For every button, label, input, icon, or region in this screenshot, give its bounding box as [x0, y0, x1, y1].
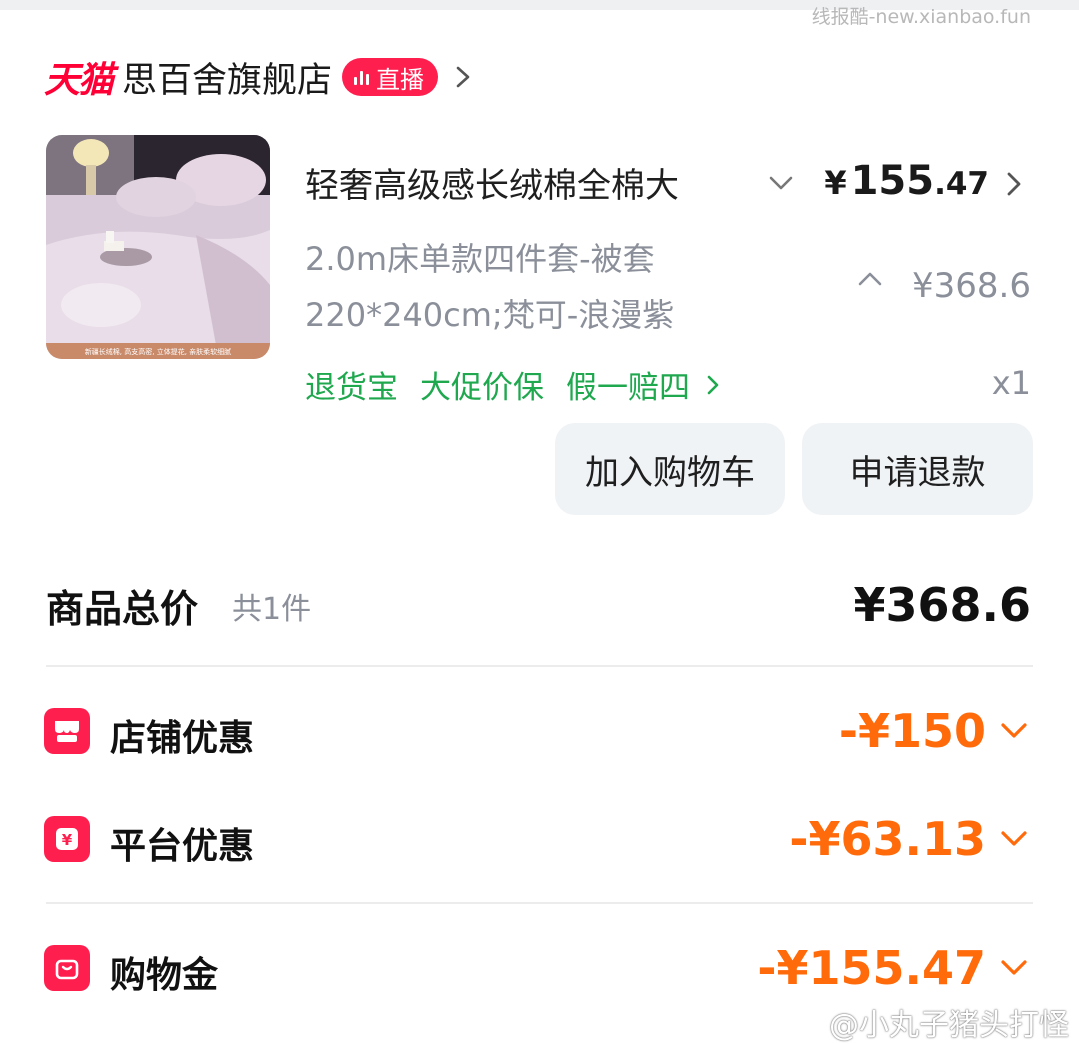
chevron-right-icon[interactable]: [448, 62, 478, 92]
tag-return-insurance: 退货宝: [305, 370, 398, 406]
refund-button[interactable]: 申请退款: [802, 423, 1033, 515]
product-spec-line2: 220*240cm;梵可-浪漫紫: [305, 296, 675, 334]
discount-label: 购物金: [110, 955, 219, 996]
watermark-bottom: @小丸子猪头打怪: [783, 1000, 1069, 1044]
original-price: ¥368.6: [912, 266, 1031, 306]
thumbnail-caption: 新疆长绒棉, 高支高密, 立体提花, 亲肤柔软细腻: [85, 347, 231, 356]
chevron-right-icon[interactable]: [702, 371, 724, 399]
paid-price: ¥ 155 .47: [824, 158, 989, 204]
discount-amount: -¥63.13: [789, 812, 986, 866]
shop-icon: [44, 708, 90, 754]
chevron-down-icon[interactable]: [998, 719, 1030, 743]
live-badge[interactable]: 直播: [342, 58, 439, 96]
discount-label: 店铺优惠: [110, 718, 255, 759]
total-label: 商品总价: [46, 587, 199, 631]
total-price: ¥368.6: [853, 578, 1031, 632]
discount-row-shop[interactable]: 店铺优惠 -¥150: [44, 701, 1034, 761]
watermark-top: 线报酷-new.xianbao.fun: [811, 6, 1031, 28]
price-decimal: .47: [934, 166, 989, 202]
weibo-icon: [784, 1009, 820, 1037]
watermark-bottom-text: @小丸子猪头打怪: [829, 1008, 1069, 1043]
divider: [46, 665, 1033, 667]
add-to-cart-button[interactable]: 加入购物车: [555, 423, 785, 515]
wallet-bag-icon: [44, 945, 90, 991]
live-bars-icon: [354, 69, 370, 85]
tag-price-protection: 大促价保: [420, 370, 544, 406]
discount-amount: -¥155.47: [757, 941, 986, 995]
product-thumbnail[interactable]: 新疆长绒棉, 高支高密, 立体提花, 亲肤柔软细腻: [46, 135, 270, 359]
discount-label: 平台优惠: [110, 826, 255, 867]
divider: [46, 902, 1033, 904]
tmall-logo: 天猫: [44, 60, 114, 101]
chevron-up-icon[interactable]: [855, 268, 885, 290]
chevron-right-icon[interactable]: [999, 166, 1029, 202]
product-spec-line1: 2.0m床单款四件套-被套: [305, 240, 655, 278]
quantity: x1: [991, 364, 1031, 402]
store-header[interactable]: 天猫 思百舍旗舰店 直播: [44, 52, 478, 102]
service-tags[interactable]: 退货宝 大促价保 假一赔四: [305, 362, 724, 407]
chevron-down-icon[interactable]: [998, 827, 1030, 851]
discount-row-shopping-gold[interactable]: 购物金 -¥155.47: [44, 938, 1034, 998]
chevron-down-icon[interactable]: [767, 172, 795, 194]
coupon-yen-icon: ¥: [44, 816, 90, 862]
chevron-down-icon[interactable]: [998, 956, 1030, 980]
svg-text:¥: ¥: [62, 831, 73, 849]
live-badge-label: 直播: [376, 65, 425, 94]
product-title[interactable]: 轻奢高级感长绒棉全棉大: [305, 158, 745, 206]
price-integer: 155: [850, 158, 935, 204]
discount-row-platform[interactable]: ¥ 平台优惠 -¥63.13: [44, 809, 1034, 869]
title-fade: [700, 158, 748, 206]
item-count: 共1件: [232, 592, 312, 627]
discount-amount: -¥150: [838, 704, 986, 758]
store-name[interactable]: 思百舍旗舰店: [122, 52, 332, 103]
tag-fake-compensation: 假一赔四: [566, 370, 690, 406]
price-currency: ¥: [824, 164, 847, 202]
